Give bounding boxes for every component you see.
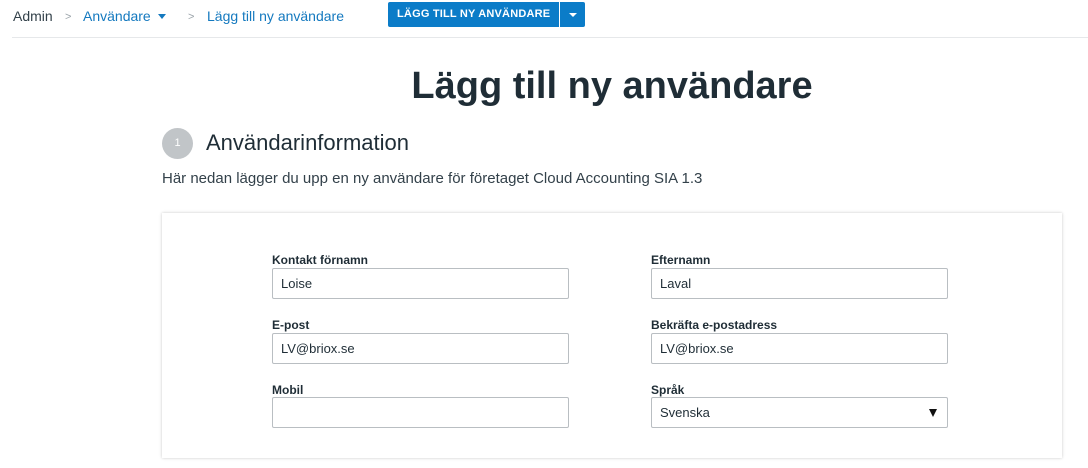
email-label: E-post xyxy=(272,318,310,332)
last-name-label: Efternamn xyxy=(651,253,711,267)
mobile-label: Mobil xyxy=(272,383,304,397)
breadcrumb-current[interactable]: Lägg till ny användare xyxy=(207,8,344,24)
mobile-input[interactable] xyxy=(272,397,569,428)
add-user-dropdown-button[interactable] xyxy=(560,2,586,27)
page-title: Lägg till ny användare xyxy=(411,65,813,107)
last-name-input[interactable] xyxy=(651,268,948,299)
breadcrumb-separator: > xyxy=(188,11,195,23)
chevron-down-icon xyxy=(569,13,578,17)
section-title: Användarinformation xyxy=(206,130,410,155)
section-description: Här nedan lägger du upp en ny användare … xyxy=(162,170,703,187)
email-input[interactable] xyxy=(272,333,569,364)
confirm-email-input[interactable] xyxy=(651,333,948,364)
first-name-label: Kontakt förnamn xyxy=(272,253,368,267)
breadcrumb-users-label: Användare xyxy=(83,8,151,24)
add-user-button-group: LÄGG TILL NY ANVÄNDARE xyxy=(388,2,586,27)
caret-down-icon xyxy=(929,409,937,417)
breadcrumb-users-dropdown[interactable]: Användare xyxy=(83,8,166,24)
top-bar-divider xyxy=(12,37,1088,38)
breadcrumb-admin[interactable]: Admin xyxy=(13,8,53,24)
breadcrumb-separator: > xyxy=(65,11,72,23)
language-selected-value: Svenska xyxy=(660,405,710,420)
language-label: Språk xyxy=(651,383,685,397)
top-bar: Admin > Användare > Lägg till ny använda… xyxy=(0,0,1088,38)
step-number-badge: 1 xyxy=(162,128,193,159)
first-name-input[interactable] xyxy=(272,268,569,299)
user-info-form-card: Kontakt förnamn Efternamn E-post Bekräft… xyxy=(162,213,1062,458)
confirm-email-label: Bekräfta e-postadress xyxy=(651,318,778,332)
add-user-button[interactable]: LÄGG TILL NY ANVÄNDARE xyxy=(388,2,560,27)
chevron-down-icon xyxy=(157,13,166,19)
language-select[interactable]: Svenska xyxy=(651,397,948,428)
